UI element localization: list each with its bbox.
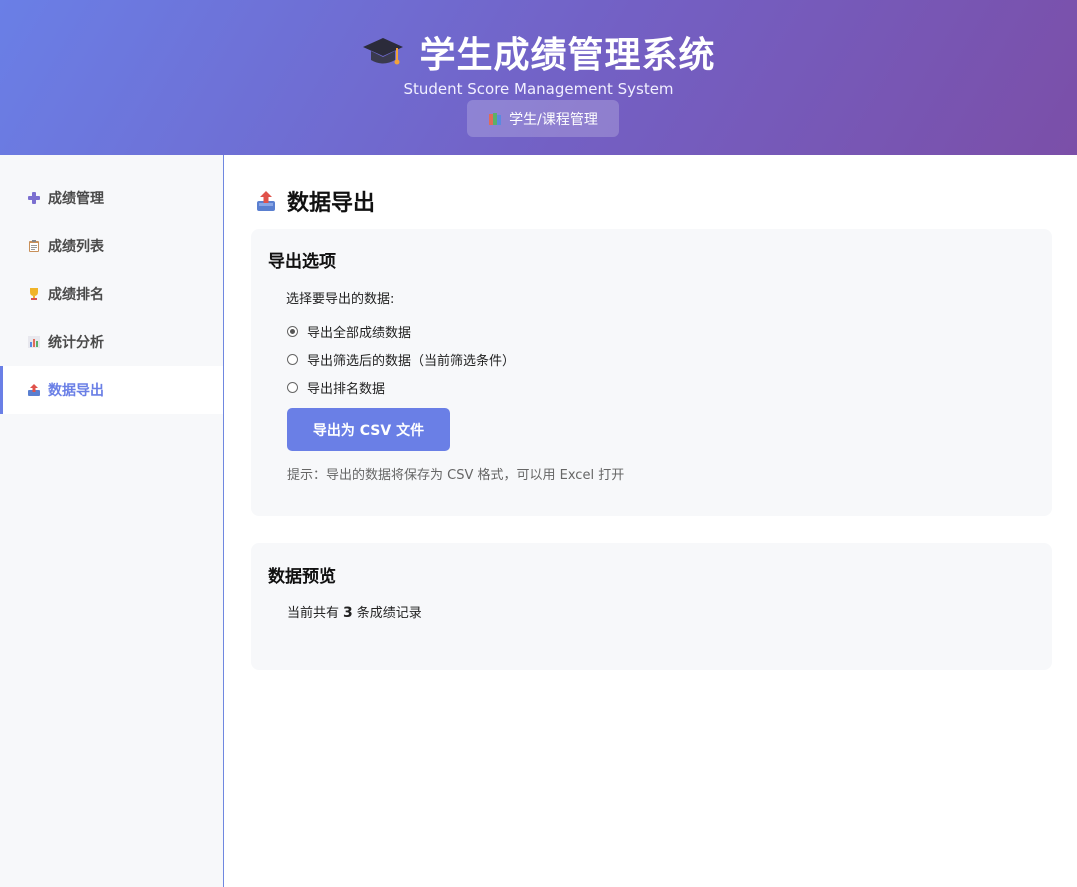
outbox-tray-icon bbox=[256, 190, 276, 212]
clipboard-icon bbox=[27, 239, 41, 253]
sidebar: 成绩管理 成绩列表 成绩排名 统计分析 数据导出 bbox=[0, 155, 224, 887]
radio-button-checked[interactable] bbox=[287, 326, 298, 337]
record-count-line: 当前共有 3 条成绩记录 bbox=[287, 602, 422, 621]
bar-chart-icon bbox=[27, 335, 41, 349]
books-icon bbox=[488, 112, 502, 126]
record-count: 3 bbox=[343, 605, 353, 621]
graduation-cap-icon bbox=[361, 30, 405, 74]
sidebar-item-label: 成绩管理 bbox=[48, 191, 104, 207]
sidebar-item-label: 成绩列表 bbox=[48, 239, 104, 255]
title-row: 学生成绩管理系统 bbox=[0, 26, 1077, 78]
export-option-filtered[interactable]: 导出筛选后的数据（当前筛选条件） bbox=[287, 350, 515, 369]
sidebar-item-statistics[interactable]: 统计分析 bbox=[0, 318, 223, 366]
app-header: 学生成绩管理系统 Student Score Management System… bbox=[0, 0, 1077, 155]
radio-button[interactable] bbox=[287, 354, 298, 365]
radio-label: 导出筛选后的数据（当前筛选条件） bbox=[307, 354, 516, 369]
record-suffix: 条成绩记录 bbox=[356, 606, 422, 621]
choose-data-label: 选择要导出的数据: bbox=[286, 292, 395, 307]
student-course-management-button[interactable]: 学生/课程管理 bbox=[467, 100, 619, 137]
export-options-card: 导出选项 选择要导出的数据: 导出全部成绩数据 导出筛选后的数据（当前筛选条件）… bbox=[251, 229, 1052, 516]
export-option-all[interactable]: 导出全部成绩数据 bbox=[287, 322, 411, 341]
app-subtitle: Student Score Management System bbox=[403, 80, 674, 98]
radio-label: 导出排名数据 bbox=[307, 382, 386, 397]
sidebar-item-label: 成绩排名 bbox=[48, 287, 104, 303]
export-options-title: 导出选项 bbox=[268, 252, 336, 272]
radio-button[interactable] bbox=[287, 382, 298, 393]
export-hint: 提示：导出的数据将保存为 CSV 格式，可以用 Excel 打开 bbox=[287, 468, 625, 483]
nav-button-label: 学生/课程管理 bbox=[509, 111, 598, 128]
trophy-icon bbox=[27, 287, 41, 301]
export-csv-button[interactable]: 导出为 CSV 文件 bbox=[287, 408, 450, 451]
data-preview-title: 数据预览 bbox=[268, 567, 336, 587]
sidebar-item-label: 统计分析 bbox=[48, 335, 104, 351]
plus-icon bbox=[27, 191, 41, 205]
record-prefix: 当前共有 bbox=[287, 606, 340, 621]
radio-label: 导出全部成绩数据 bbox=[307, 326, 412, 341]
app-title: 学生成绩管理系统 bbox=[419, 35, 716, 76]
sidebar-item-score-management[interactable]: 成绩管理 bbox=[0, 174, 223, 222]
data-preview-card: 数据预览 当前共有 3 条成绩记录 bbox=[251, 543, 1052, 670]
sidebar-item-score-list[interactable]: 成绩列表 bbox=[0, 222, 223, 270]
sidebar-item-data-export[interactable]: 数据导出 bbox=[0, 366, 223, 414]
main-content: 数据导出 导出选项 选择要导出的数据: 导出全部成绩数据 导出筛选后的数据（当前… bbox=[224, 155, 1077, 887]
sidebar-item-label: 数据导出 bbox=[48, 383, 104, 399]
page-title: 数据导出 bbox=[256, 185, 375, 217]
outbox-tray-icon bbox=[27, 383, 41, 397]
sidebar-item-score-ranking[interactable]: 成绩排名 bbox=[0, 270, 223, 318]
export-option-ranking[interactable]: 导出排名数据 bbox=[287, 378, 385, 397]
page-title-text: 数据导出 bbox=[287, 191, 376, 216]
